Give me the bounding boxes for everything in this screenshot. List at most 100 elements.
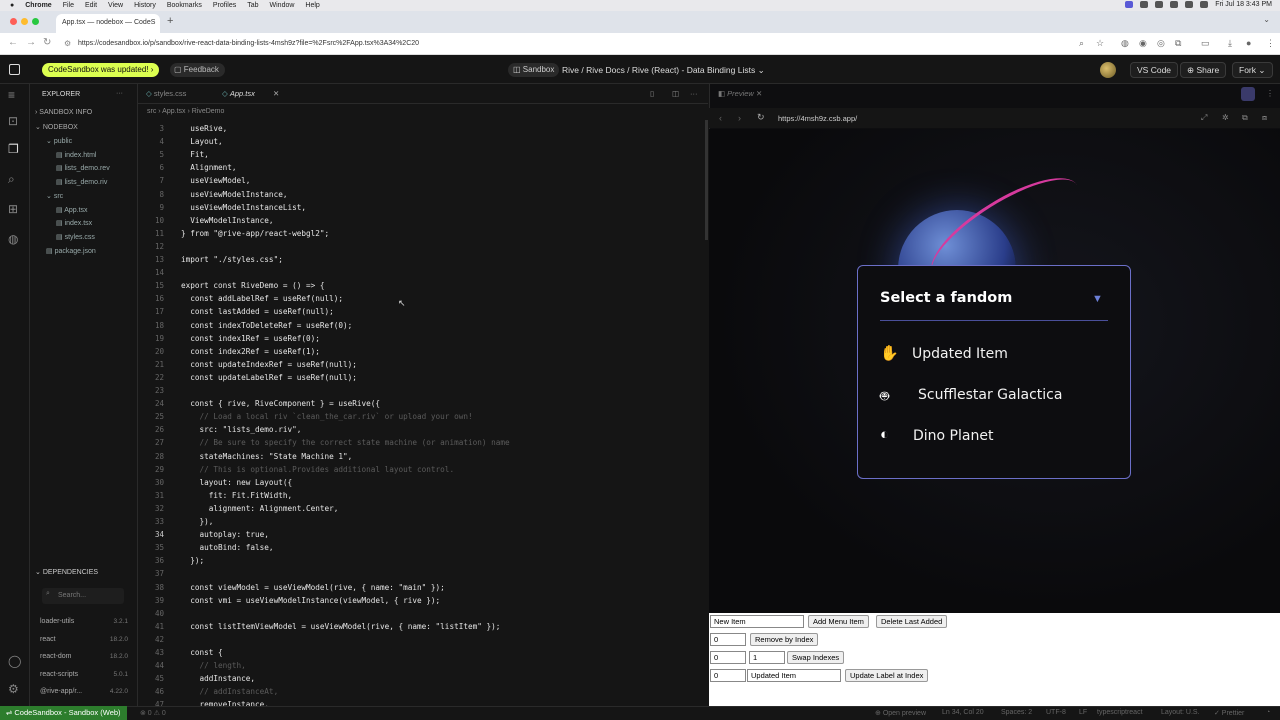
open-new-window-icon[interactable]: ⧉ [1242, 113, 1248, 123]
sandbox-title[interactable]: Rive / Rive Docs / Rive (React) - Data B… [562, 65, 765, 76]
more-actions-icon[interactable]: ··· [690, 89, 698, 98]
breadcrumb[interactable]: src › App.tsx › RiveDemo [147, 108, 224, 115]
code-line[interactable]: const index1Ref = useRef(0); [181, 334, 320, 343]
dropdown-title[interactable]: Select a fandom [880, 290, 1012, 306]
code-line[interactable]: // addInstanceAt, [181, 687, 279, 696]
code-line[interactable]: Fit, [181, 150, 209, 159]
code-line[interactable]: export const RiveDemo = () => { [181, 281, 324, 290]
wifi-icon[interactable] [1155, 1, 1164, 8]
code-line[interactable]: const updateLabelRef = useRef(null); [181, 373, 357, 382]
extensions-icon[interactable]: ⊞ [8, 202, 18, 216]
close-window-icon[interactable] [10, 18, 17, 25]
hamburger-menu-icon[interactable]: ≡ [8, 88, 15, 102]
more-actions-icon[interactable]: ··· [116, 90, 123, 97]
account-icon[interactable]: ◯ [8, 654, 21, 668]
menu-edit[interactable]: Edit [85, 2, 97, 9]
close-tab-icon[interactable]: ✕ [273, 89, 279, 98]
code-line[interactable]: autoBind: false, [181, 543, 274, 552]
dependencies-section[interactable]: ⌄ DEPENDENCIES [35, 568, 98, 576]
bell-icon[interactable]: ◔ [1266, 709, 1270, 716]
explorer-item[interactable]: ▤ index.tsx [56, 219, 92, 227]
apple-icon[interactable]: ● [10, 2, 14, 9]
dependency-item[interactable]: loader-utils 3.2.1 [40, 618, 128, 625]
delete-last-added-button[interactable]: Delete Last Added [876, 615, 948, 628]
browser-tab[interactable]: App.tsx — nodebox — CodeS [56, 14, 160, 33]
keyboard-layout-status[interactable]: Layout: U.S. [1161, 709, 1200, 716]
explorer-item[interactable]: ⌄ public [46, 137, 72, 145]
back-icon[interactable]: ← [8, 37, 18, 48]
code-line[interactable]: const viewModel = useViewModel(rive, { n… [181, 583, 445, 592]
prettier-status[interactable]: ✓ Prettier [1214, 709, 1244, 717]
menu-bookmarks[interactable]: Bookmarks [167, 2, 202, 9]
tab-search-icon[interactable]: ⌄ [1263, 15, 1270, 24]
swap-index-1-input[interactable] [710, 651, 746, 664]
settings-gear-icon[interactable]: ⚙ [8, 682, 19, 696]
code-line[interactable]: addInstance, [181, 674, 256, 683]
reload-icon[interactable]: ↻ [43, 37, 51, 48]
code-line[interactable]: src: "lists_demo.riv", [181, 425, 302, 434]
code-line[interactable]: const { [181, 648, 222, 657]
update-label-at-index-button[interactable]: Update Label at Index [845, 669, 929, 682]
user-avatar[interactable] [1100, 62, 1116, 78]
files-icon[interactable]: ❐ [8, 142, 19, 156]
triangle-down-icon[interactable]: ▼ [1092, 293, 1103, 305]
remove-by-index-button[interactable]: Remove by Index [750, 633, 819, 646]
add-menu-item-button[interactable]: Add Menu Item [808, 615, 869, 628]
toggle-panel-icon[interactable]: ◫ [672, 89, 679, 98]
code-line[interactable]: fit: Fit.FitWidth, [181, 491, 292, 500]
code-line[interactable]: const updateIndexRef = useRef(null); [181, 360, 357, 369]
code-line[interactable]: useViewModelInstanceList, [181, 203, 306, 212]
code-line[interactable]: const vmi = useViewModelInstance(viewMod… [181, 596, 440, 605]
explorer-item[interactable]: ▤ lists_demo.riv [56, 178, 107, 186]
extension-icon[interactable]: ◍ [1121, 38, 1129, 49]
explorer-item[interactable]: ▤ styles.css [56, 233, 95, 241]
battery-icon[interactable] [1170, 1, 1179, 8]
preview-url-field[interactable]: https://4msh9z.csb.app/ [778, 114, 857, 123]
code-line[interactable]: stateMachines: "State Machine 1", [181, 452, 353, 461]
code-line[interactable]: // Be sure to specify the correct state … [181, 438, 510, 447]
code-line[interactable]: const listItemViewModel = useViewModel(r… [181, 622, 500, 631]
cursor-position[interactable]: Ln 34, Col 20 [942, 709, 984, 716]
dependency-item[interactable]: react 18.2.0 [40, 636, 128, 643]
devtools-icon[interactable]: ⤢ [1201, 113, 1207, 123]
dependency-item[interactable]: @rive-app/r... 4.22.0 [40, 688, 128, 695]
notifications-icon[interactable]: ⊡ [8, 114, 18, 128]
fandom-item-dino-planet[interactable]: Dino Planet [913, 428, 993, 444]
sandbox-info-section[interactable]: › SANDBOX INFO [35, 109, 92, 116]
code-line[interactable]: layout: new Layout({ [181, 478, 293, 487]
vscode-button[interactable]: VS Code [1130, 62, 1179, 78]
zoom-icon[interactable]: ⌕ [1079, 38, 1084, 49]
language-status[interactable]: typescriptreact [1097, 709, 1143, 716]
swap-indexes-button[interactable]: Swap Indexes [787, 651, 845, 664]
minimize-window-icon[interactable] [21, 18, 28, 25]
extensions-puzzle-icon[interactable]: ⧉ [1175, 38, 1181, 49]
github-icon[interactable]: ◍ [8, 232, 18, 246]
search-icon[interactable]: ⌕ [8, 172, 15, 187]
code-line[interactable]: const indexToDeleteRef = useRef(0); [181, 321, 352, 330]
download-icon[interactable]: ⤓ [1228, 38, 1232, 49]
menu-app-name[interactable]: Chrome [25, 2, 51, 9]
console-icon[interactable]: ✲ [1222, 113, 1229, 122]
code-line[interactable]: useViewModelInstance, [181, 190, 287, 199]
code-line[interactable]: useRive, [181, 124, 227, 133]
preview-forward-icon[interactable]: › [738, 113, 741, 123]
explorer-item[interactable]: ▤ index.html [56, 151, 96, 159]
site-info-icon[interactable]: ⚙ [64, 39, 71, 48]
new-item-input[interactable] [710, 615, 804, 628]
update-notice-button[interactable]: CodeSandbox was updated! › [42, 63, 160, 77]
remove-index-input[interactable] [710, 633, 746, 646]
code-line[interactable]: ViewModelInstance, [181, 216, 273, 225]
eol-status[interactable]: LF [1079, 709, 1087, 716]
menu-help[interactable]: Help [305, 2, 319, 9]
nodebox-section[interactable]: ⌄ NODEBOX [35, 123, 78, 131]
menu-view[interactable]: View [108, 2, 123, 9]
explorer-item[interactable]: ▤ App.tsx [56, 206, 88, 214]
fandom-item-scufflestar[interactable]: Scufflestar Galactica [918, 387, 1062, 403]
open-preview-status[interactable]: ⊕ Open preview [875, 709, 926, 717]
more-actions-icon[interactable]: ⋮ [1266, 89, 1274, 98]
lock-preview-icon[interactable] [1241, 87, 1255, 101]
menubar-clock[interactable]: Fri Jul 18 3:43 PM [1215, 1, 1272, 8]
explorer-item[interactable]: ⌄ src [46, 192, 63, 200]
dependency-search-input[interactable]: ⌕ Search... [42, 588, 124, 604]
preview-back-icon[interactable]: ‹ [719, 113, 722, 123]
